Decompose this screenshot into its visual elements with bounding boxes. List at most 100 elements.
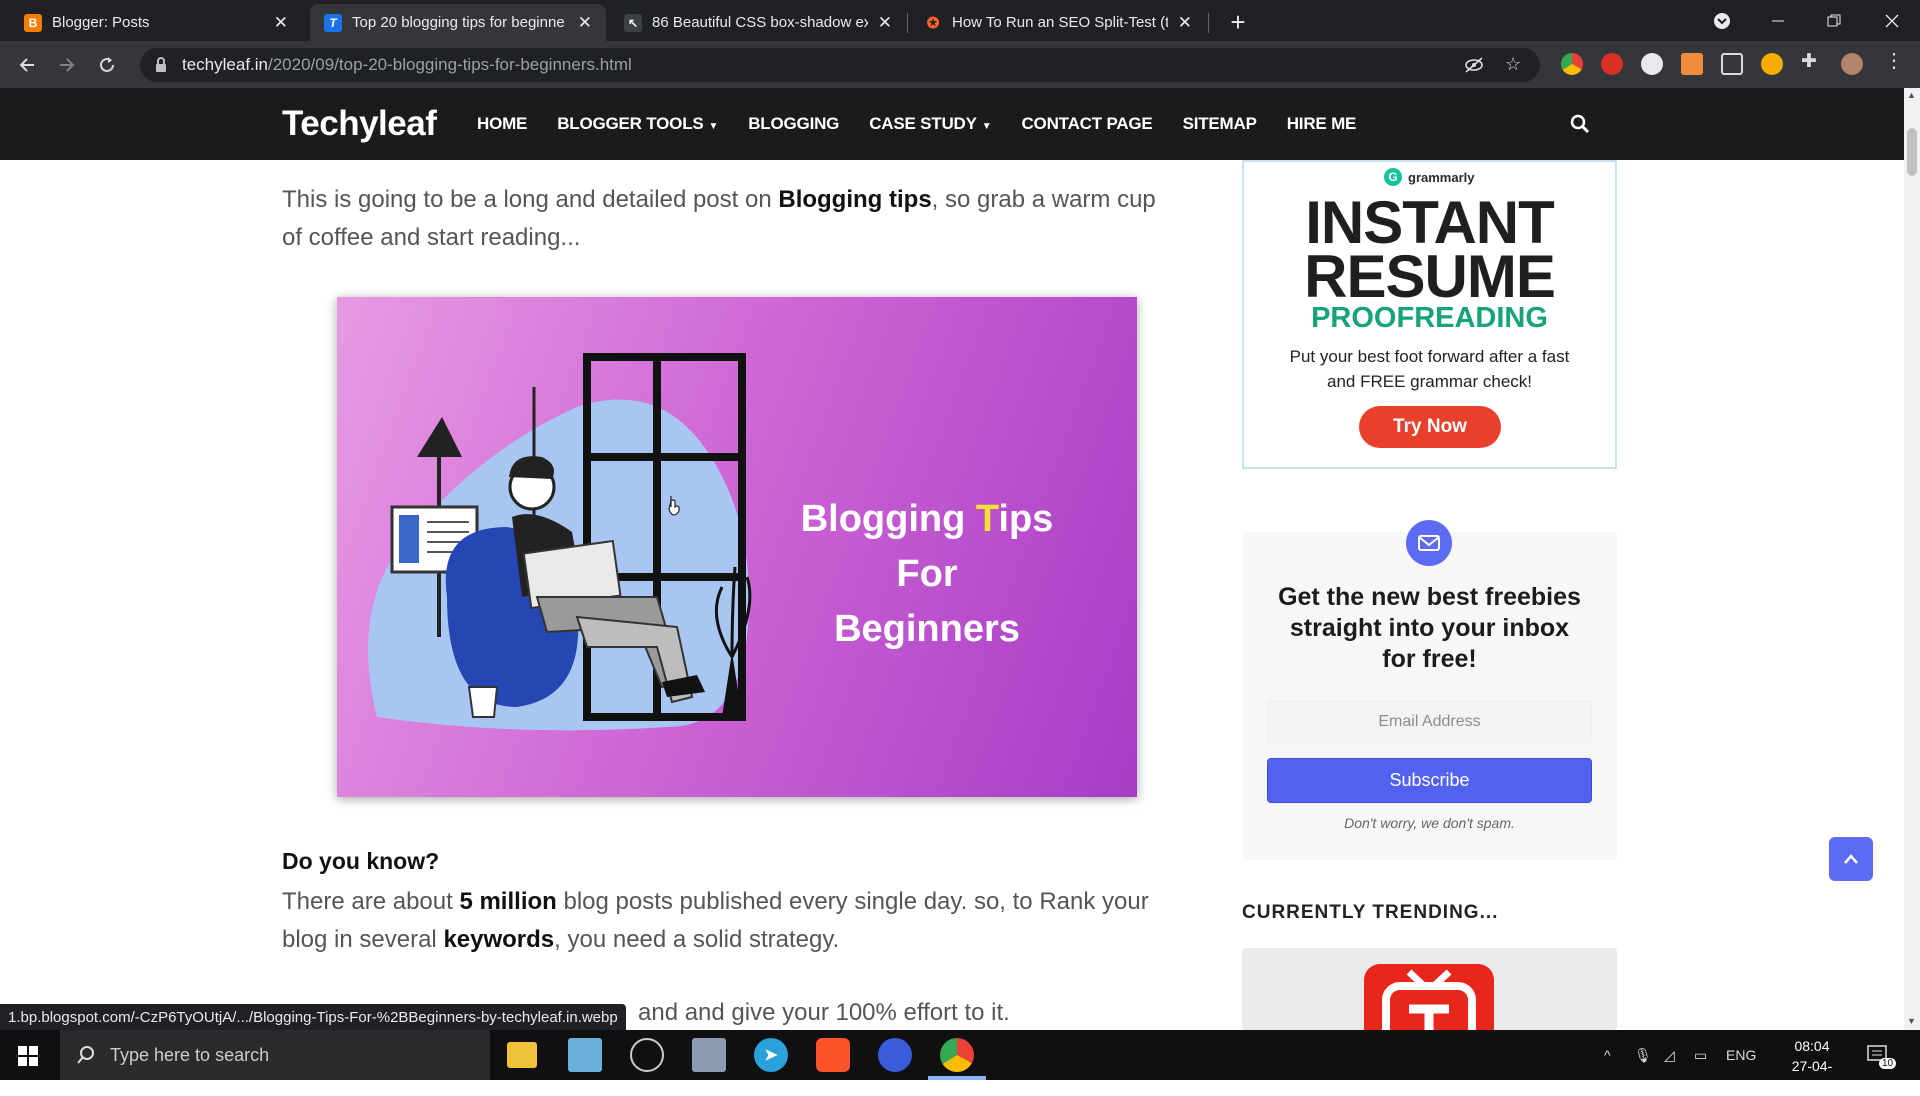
close-tab-icon[interactable]: ✕ — [878, 13, 892, 33]
stats-bold: 5 million — [459, 888, 557, 915]
mouse-cursor-icon — [668, 496, 680, 516]
telegram-icon[interactable]: ➤ — [754, 1038, 788, 1072]
more-menu-icon[interactable]: ⋮ — [1884, 48, 1906, 72]
ad-brand: Ggrammarly — [1384, 168, 1474, 186]
browser-tab-bar: B Blogger: Posts ✕ T Top 20 blogging tip… — [0, 0, 1920, 41]
intro-paragraph: This is going to be a long and detailed … — [282, 181, 1182, 257]
nav-label: BLOGGER TOOLS — [557, 114, 704, 133]
extension-fox-icon[interactable] — [1681, 53, 1703, 75]
scrollbar-thumb[interactable] — [1907, 128, 1917, 176]
trending-heading: CURRENTLY TRENDING... — [1242, 902, 1499, 923]
url-path: /2020/09/top-20-blogging-tips-for-beginn… — [268, 55, 632, 74]
chevron-down-icon: ▼ — [981, 121, 992, 132]
profile-avatar[interactable] — [1841, 53, 1863, 75]
tab-title: Blogger: Posts — [52, 14, 150, 31]
nav-blogging[interactable]: BLOGGING — [748, 114, 839, 134]
grammarly-logo-icon: G — [1384, 168, 1402, 186]
address-bar[interactable]: techyleaf.in/2020/09/top-20-blogging-tip… — [140, 48, 1540, 82]
do-you-know-heading: Do you know? — [282, 848, 440, 874]
ad-headline-3: PROOFREADING — [1311, 302, 1548, 334]
nav-sitemap[interactable]: SITEMAP — [1183, 114, 1257, 134]
windows-start-icon[interactable] — [18, 1046, 38, 1066]
nav-blogger-tools[interactable]: BLOGGER TOOLS ▼ — [557, 114, 718, 134]
new-tab-button[interactable]: + — [1222, 6, 1254, 38]
partial-paragraph: and and give your 100% effort to it. — [638, 999, 1010, 1026]
close-window-button[interactable] — [1864, 0, 1920, 41]
close-tab-icon[interactable]: ✕ — [1178, 13, 1192, 33]
extension-avatar-icon[interactable] — [1641, 53, 1663, 75]
tab-separator — [1208, 13, 1209, 33]
mail-icon — [1406, 520, 1452, 566]
scroll-down-arrow-icon[interactable]: ▼ — [1907, 1016, 1916, 1026]
stats-text: There are about — [282, 888, 460, 915]
reload-button[interactable] — [91, 49, 123, 81]
obs-icon[interactable] — [630, 1038, 664, 1072]
link-status-bar: 1.bp.blogspot.com/-CzP6TyOUtjA/.../Blogg… — [0, 1004, 626, 1030]
tab-blogger-posts[interactable]: B Blogger: Posts ✕ — [10, 4, 302, 41]
restore-button[interactable] — [1806, 0, 1862, 41]
search-icon — [77, 1046, 94, 1064]
trending-card[interactable] — [1242, 948, 1617, 1030]
subscribe-widget: Get the new best freebies straight into … — [1242, 520, 1617, 860]
site-logo[interactable]: Techyleaf — [282, 104, 437, 144]
hero-image[interactable]: Blogging Tips For Beginners — [337, 297, 1137, 797]
chevron-down-icon: ▼ — [708, 121, 719, 132]
tab-css-box-shadow[interactable]: ↖ 86 Beautiful CSS box-shadow exa ✕ — [610, 4, 906, 41]
semrush-icon: ✪ — [926, 14, 940, 32]
tab-top-20-blogging-tips[interactable]: T Top 20 blogging tips for beginne ✕ — [310, 4, 606, 41]
file-explorer-icon[interactable] — [507, 1042, 537, 1068]
arrow-right-icon — [60, 58, 75, 72]
tray-overflow-icon[interactable]: ^ — [1604, 1030, 1611, 1080]
language-indicator[interactable]: ENG — [1726, 1030, 1756, 1080]
close-tab-icon[interactable]: ✕ — [578, 13, 592, 33]
grammarly-ad[interactable]: Ggrammarly INSTANT RESUME PROOFREADING P… — [1242, 160, 1617, 469]
browser-toolbar: techyleaf.in/2020/09/top-20-blogging-tip… — [0, 41, 1920, 88]
arrow-left-icon — [19, 58, 34, 72]
chrome-icon[interactable] — [940, 1038, 974, 1072]
extension-orange-icon[interactable] — [1761, 53, 1783, 75]
chrome-extension-icon[interactable] — [1561, 53, 1583, 75]
subscribe-button[interactable]: Subscribe — [1267, 758, 1592, 803]
forward-button[interactable] — [51, 49, 83, 81]
brave-icon[interactable] — [816, 1038, 850, 1072]
close-tab-icon[interactable]: ✕ — [274, 13, 288, 33]
nav-hire-me[interactable]: HIRE ME — [1287, 114, 1357, 134]
minimize-button[interactable] — [1750, 0, 1806, 41]
app-icon[interactable] — [878, 1038, 912, 1072]
scroll-up-arrow-icon[interactable]: ▲ — [1907, 90, 1916, 100]
nav-label: CASE STUDY — [869, 114, 977, 133]
tab-seo-split-test[interactable]: ✪ How To Run an SEO Split-Test (th ✕ — [910, 4, 1206, 41]
notification-center-icon[interactable]: 10 — [1867, 1030, 1897, 1080]
notification-count: 10 — [1879, 1058, 1897, 1069]
extension-red-icon[interactable] — [1601, 53, 1623, 75]
back-to-top-button[interactable] — [1829, 837, 1873, 881]
image-app-icon[interactable] — [692, 1038, 726, 1072]
nav-contact-page[interactable]: CONTACT PAGE — [1021, 114, 1152, 134]
extension-window-icon[interactable] — [1721, 53, 1743, 75]
hero-title-part: Beginners — [834, 608, 1020, 650]
techyleaf-icon: T — [324, 13, 342, 32]
page-scrollbar[interactable]: ▲ ▼ — [1904, 88, 1920, 1030]
battery-icon[interactable]: ▭ — [1694, 1030, 1707, 1080]
stats-text: , you need a solid strategy. — [554, 926, 840, 953]
eye-off-icon[interactable] — [1464, 56, 1484, 79]
intro-bold: Blogging tips — [778, 186, 932, 213]
puzzle-icon[interactable]: ✚ — [1801, 50, 1823, 72]
nav-case-study[interactable]: CASE STUDY ▼ — [869, 114, 991, 134]
taskbar-clock[interactable]: 08:04 27-04-2021 — [1777, 1036, 1847, 1096]
microphone-icon[interactable]: 🎙 — [1634, 1030, 1652, 1080]
tab-search-button[interactable] — [1694, 0, 1750, 41]
star-icon[interactable]: ☆ — [1505, 54, 1521, 75]
search-icon[interactable] — [1570, 114, 1590, 134]
ad-brand-name: grammarly — [1408, 169, 1475, 185]
nav-home[interactable]: HOME — [477, 114, 527, 134]
tv-app-icon — [1364, 964, 1494, 1030]
taskbar-search[interactable]: Type here to search — [60, 1030, 490, 1080]
notes-app-icon[interactable] — [568, 1038, 602, 1072]
main-nav: HOME BLOGGER TOOLS ▼ BLOGGING CASE STUDY ▼… — [477, 88, 1356, 160]
back-button[interactable] — [11, 49, 43, 81]
email-field[interactable] — [1267, 700, 1592, 744]
restore-icon — [1827, 14, 1841, 26]
try-now-button[interactable]: Try Now — [1359, 406, 1501, 448]
wifi-icon[interactable]: ◿ — [1664, 1030, 1675, 1080]
